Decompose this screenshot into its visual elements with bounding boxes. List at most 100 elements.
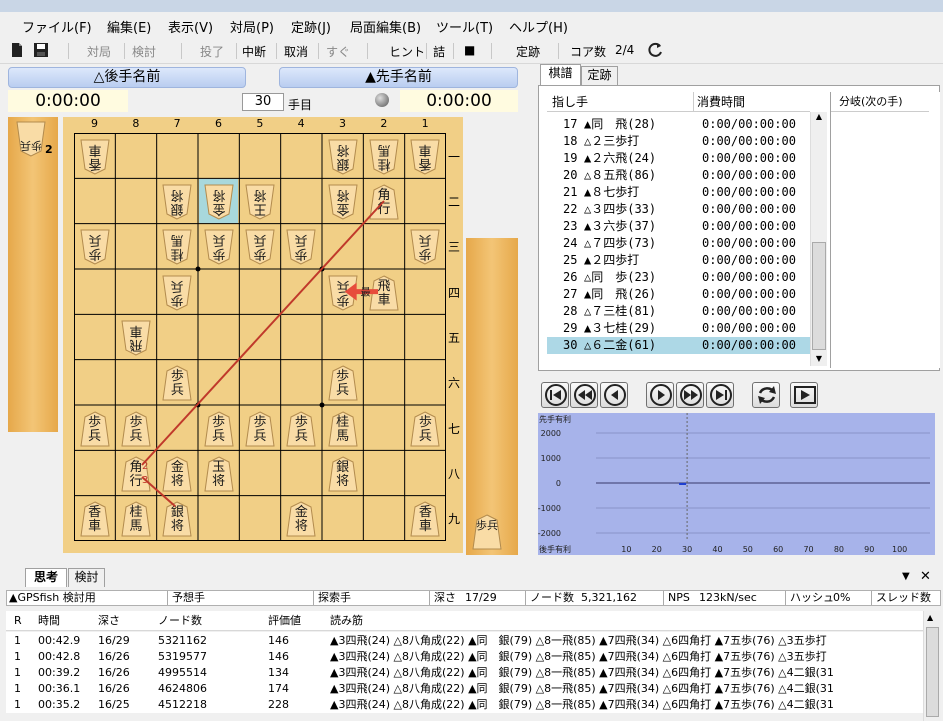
flip-board-button[interactable]: [752, 382, 780, 408]
menu-tools[interactable]: ツール(T): [436, 17, 493, 36]
pv-header: R 時間 深さ ノード数 評価値 読み筋: [6, 611, 923, 631]
core-count-value: 2/4: [615, 43, 635, 57]
title-bar: [0, 0, 943, 12]
kifu-row[interactable]: 17 ▲同 飛(28) 0:00/00:00:00: [547, 116, 810, 133]
sente-name: ▲先手名前: [279, 67, 518, 88]
arrow-label: 3: [142, 475, 148, 486]
graph-y-tick: 0: [556, 479, 561, 488]
kifu-row[interactable]: 29 ▲３七桂(29) 0:00/00:00:00: [547, 320, 810, 337]
stop-button[interactable]: ■: [464, 43, 475, 57]
nps-value: 123kN/sec: [699, 591, 757, 604]
arrow-label: 2: [142, 461, 148, 472]
back-one-button[interactable]: [600, 382, 628, 408]
rank-label: 五: [447, 331, 460, 345]
close-icon[interactable]: ✕: [920, 569, 931, 584]
search-label: 探索手: [313, 591, 351, 605]
kifu-row[interactable]: 21 ▲８七歩打 0:00/00:00:00: [547, 184, 810, 201]
kifu-row[interactable]: 27 ▲同 飛(26) 0:00/00:00:00: [547, 286, 810, 303]
menu-game[interactable]: 対局(P): [230, 17, 274, 36]
refresh-icon[interactable]: [646, 41, 664, 62]
menu-bar: ファイル(F) 編集(E) 表示(V) 対局(P) 定跡(J) 局面編集(B) …: [0, 12, 943, 38]
move-number-field[interactable]: 30: [242, 93, 284, 111]
graph-x-tick: 50: [743, 545, 753, 554]
graph-y-tick: -1000: [538, 504, 561, 513]
move-now-button[interactable]: すぐ: [326, 43, 350, 60]
threads-label: スレッド数: [871, 591, 931, 605]
hash-label: ハッシュ: [785, 591, 834, 605]
menu-view[interactable]: 表示(V): [168, 17, 213, 36]
rank-label: 一: [447, 149, 460, 164]
back-ten-button[interactable]: [570, 382, 598, 408]
tsume-button[interactable]: 詰: [433, 43, 445, 60]
kifu-row[interactable]: 18 △２三歩打 0:00/00:00:00: [547, 133, 810, 150]
tab-joseki[interactable]: 定跡: [581, 66, 618, 85]
gote-name: △後手名前: [8, 67, 246, 88]
graph-top-label: 先手有利: [539, 414, 571, 424]
shogi-board: 香車銀将桂馬香車銀将金将王将金将角行歩兵桂馬歩兵歩兵歩兵歩兵歩兵歩兵飛車飛車歩兵…: [63, 117, 463, 553]
resign-button[interactable]: 投了: [200, 43, 224, 60]
arrow-label: 最: [361, 287, 371, 299]
dropdown-icon[interactable]: ▼: [902, 571, 910, 582]
play-icon: [794, 386, 816, 404]
hint-button[interactable]: ヒント: [389, 43, 425, 60]
forward-ten-button[interactable]: [676, 382, 704, 408]
kifu-row[interactable]: 24 △７四歩(73) 0:00/00:00:00: [547, 235, 810, 252]
kifu-row[interactable]: 25 ▲２四歩打 0:00/00:00:00: [547, 252, 810, 269]
pv-row[interactable]: 1 00:39.2 16/26 4995514 134 ▲3四飛(24) △8八角成(22…: [6, 664, 923, 681]
new-file-icon[interactable]: [10, 42, 24, 61]
kifu-scrollbar[interactable]: ▲ ▼: [810, 112, 827, 366]
tab-kifu[interactable]: 棋譜: [540, 64, 581, 85]
taikyoku-button[interactable]: 対局: [87, 43, 111, 60]
tab-thinking[interactable]: 思考: [25, 568, 67, 587]
kifu-row[interactable]: 23 ▲３六歩(37) 0:00/00:00:00: [547, 218, 810, 235]
last-move-button[interactable]: [706, 382, 734, 408]
graph-x-tick: 90: [864, 545, 874, 554]
first-move-button[interactable]: [541, 382, 569, 408]
nodes-label: ノード数: [525, 591, 574, 605]
kifu-scroll-thumb[interactable]: [812, 242, 826, 350]
rank-label: 七: [447, 421, 460, 436]
menu-file[interactable]: ファイル(F): [22, 17, 92, 36]
graph-y-tick: 2000: [541, 429, 561, 438]
gote-hand-count: 2: [45, 143, 53, 156]
joseki-button[interactable]: 定跡: [516, 43, 540, 60]
save-icon[interactable]: [33, 42, 49, 61]
rewind-icon: [574, 384, 596, 406]
pv-scrollbar[interactable]: ▲: [923, 611, 941, 721]
forward-icon: [650, 384, 672, 406]
branch-header: 分岐(次の手): [831, 92, 929, 112]
menu-joseki[interactable]: 定跡(J): [291, 17, 331, 36]
nodes-value: 5,321,162: [581, 591, 637, 604]
kifu-row[interactable]: 19 ▲２六飛(24) 0:00/00:00:00: [547, 150, 810, 167]
kifu-row[interactable]: 22 △３四歩(33) 0:00/00:00:00: [547, 201, 810, 218]
forward-one-button[interactable]: [646, 382, 674, 408]
undo-button[interactable]: 取消: [284, 43, 308, 60]
pv-scroll-thumb[interactable]: [926, 627, 939, 717]
engine-info-bar: ▲GPSfish 検討用 予想手 探索手 深さ 17/29 ノード数 5,321…: [6, 590, 941, 606]
file-label: 6: [215, 117, 222, 130]
pv-row[interactable]: 1 00:42.9 16/29 5321162 146 ▲3四飛(24) △8八角成(22…: [6, 632, 923, 649]
menu-help[interactable]: ヘルプ(H): [509, 17, 568, 36]
kifu-row[interactable]: 20 △８五飛(86) 0:00/00:00:00: [547, 167, 810, 184]
pv-row[interactable]: 1 00:36.1 16/26 4624806 174 ▲3四飛(24) △8八角成(22…: [6, 680, 923, 697]
interrupt-button[interactable]: 中断: [242, 43, 266, 60]
kifu-row[interactable]: 30 △６二金(61) 0:00/00:00:00: [547, 337, 810, 354]
kifu-row[interactable]: 28 △７三桂(81) 0:00/00:00:00: [547, 303, 810, 320]
sente-hand-pawn[interactable]: 歩兵: [472, 514, 502, 550]
hash-value: 0%: [833, 591, 851, 604]
gote-hand-pawn[interactable]: 歩兵: [16, 121, 46, 157]
graph-x-tick: 60: [773, 545, 783, 554]
file-label: 4: [297, 117, 305, 130]
tab-analysis[interactable]: 検討: [68, 568, 105, 587]
menu-edit[interactable]: 編集(E): [107, 17, 151, 36]
pv-header-rank: R: [14, 614, 22, 627]
menu-position-edit[interactable]: 局面編集(B): [350, 17, 421, 36]
play-button[interactable]: [790, 382, 818, 408]
depth-label: 深さ: [429, 591, 456, 605]
kifu-row[interactable]: 26 △同 歩(23) 0:00/00:00:00: [547, 269, 810, 286]
pv-row[interactable]: 1 00:42.8 16/26 5319577 146 ▲3四飛(24) △8八角成(22…: [6, 648, 923, 665]
pv-row[interactable]: 1 00:35.2 16/25 4512218 228 ▲3四飛(24) △8八角成(22…: [6, 696, 923, 713]
rank-label: 四: [447, 285, 460, 300]
graph-x-tick: 100: [892, 545, 907, 554]
kentou-button[interactable]: 検討: [132, 43, 156, 60]
